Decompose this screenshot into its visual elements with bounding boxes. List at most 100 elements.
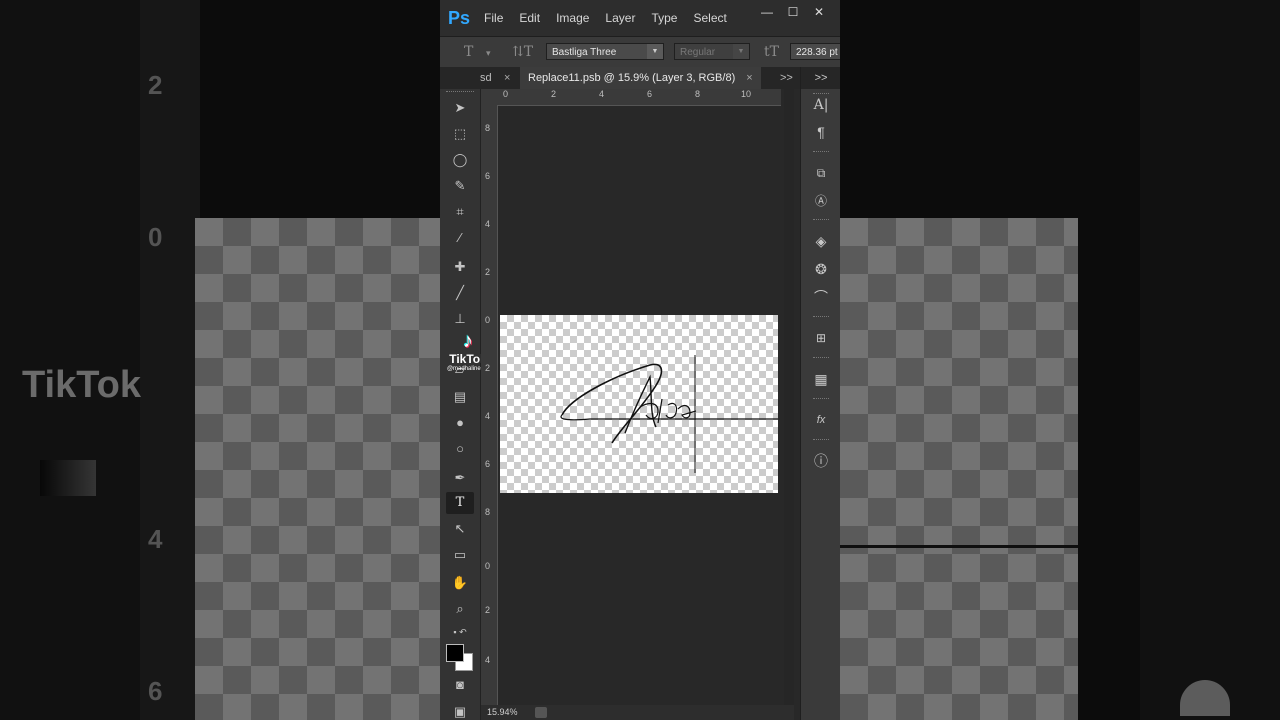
gradient-icon[interactable]: ▤ <box>446 386 474 408</box>
font-size-field[interactable]: 228.36 pt <box>790 43 840 60</box>
preset-caret-icon[interactable]: ▾ <box>486 49 491 59</box>
maximize-button[interactable]: ☐ <box>780 4 806 20</box>
zoom-level[interactable]: 15.94% <box>487 707 518 717</box>
paragraph-panel-icon[interactable]: ¶ <box>809 121 833 143</box>
blurred-backdrop-right <box>840 0 1280 720</box>
swatches-panel-icon[interactable]: ▦ <box>809 368 833 390</box>
blurred-gradient-icon <box>40 460 96 496</box>
tools-panel: ➤ ⬚ ◯ ✎ ⌗ ⁄ ✚ ╱ ⊥ ▱ ▤ ● ○ ✒ T ↖ ▭ ✋ ⌕ ▪ … <box>440 89 481 720</box>
ruler-tick-label: 4 <box>485 219 491 229</box>
blurred-ruler-number: 0 <box>148 222 163 252</box>
type-tool-icon[interactable]: T <box>446 492 474 514</box>
panel-grip[interactable] <box>813 398 829 402</box>
font-style-select[interactable]: Regular ▼ <box>674 43 750 60</box>
tab-active-document[interactable]: Replace11.psb @ 15.9% (Layer 3, RGB/8) × <box>520 67 761 89</box>
panel-grip[interactable] <box>813 357 829 361</box>
window-controls: — ☐ ✕ <box>754 4 832 20</box>
pen-tool-icon[interactable]: ✒ <box>446 467 474 489</box>
history-panel-icon[interactable]: ⊞ <box>809 327 833 349</box>
rectangle-tool-icon[interactable]: ▭ <box>446 544 474 566</box>
type-tool-preset-icon[interactable]: T <box>464 44 473 60</box>
brush-icon[interactable]: ╱ <box>446 282 474 304</box>
menu-file[interactable]: File <box>484 11 503 25</box>
clone-stamp-icon[interactable]: ⊥ <box>446 308 474 330</box>
panel-grip[interactable] <box>446 91 474 96</box>
ruler-tick-label: 8 <box>485 507 491 517</box>
foreground-color-swatch[interactable] <box>446 644 464 662</box>
options-bar: T ▾ ⇅T Bastliga Three ▼ Regular ▼ tT 228… <box>440 36 840 68</box>
tabs-overflow-icon[interactable]: >> <box>780 67 793 89</box>
menu-edit[interactable]: Edit <box>519 11 540 25</box>
hand-tool-icon[interactable]: ✋ <box>446 572 474 594</box>
ruler-tick-label: 4 <box>485 655 491 665</box>
minimize-button[interactable]: — <box>754 4 780 20</box>
screen-mode-icon[interactable]: ▣ <box>446 701 474 720</box>
menu-select[interactable]: Select <box>693 11 726 25</box>
ruler-tick-label: 8 <box>695 89 701 99</box>
dodge-icon[interactable]: ○ <box>446 438 474 460</box>
lasso-tool-icon[interactable]: ◯ <box>446 149 474 171</box>
close-tab-icon[interactable]: × <box>746 72 752 84</box>
canvas-area[interactable] <box>498 106 781 705</box>
blurred-ruler-number: 2 <box>148 70 163 100</box>
vertical-ruler[interactable]: 8 6 4 2 0 2 4 6 8 0 2 4 <box>481 105 498 705</box>
panel-grip[interactable] <box>813 151 829 155</box>
ruler-tick-label: 10 <box>741 89 752 99</box>
status-bar: 15.94% <box>481 705 794 720</box>
vertical-scrollbar[interactable] <box>784 89 794 705</box>
quick-selection-icon[interactable]: ✎ <box>446 175 474 197</box>
status-menu-icon[interactable] <box>535 707 547 718</box>
ruler-tick-label: 0 <box>485 561 491 571</box>
paths-panel-icon[interactable]: ⌒ <box>809 286 833 308</box>
blurred-panel-dock <box>1140 0 1280 720</box>
default-colors-icon[interactable]: ▪ ↶ <box>446 621 474 643</box>
blurred-crosshair <box>840 545 1078 548</box>
tab-previous[interactable]: sd <box>480 67 492 89</box>
healing-brush-icon[interactable]: ✚ <box>446 256 474 278</box>
blurred-backdrop-left: 2 0 4 6 TikTok <box>0 0 440 720</box>
chevron-down-icon: ▼ <box>647 44 663 59</box>
horizontal-ruler[interactable]: 0 2 4 6 8 10 <box>497 89 781 106</box>
info-panel-icon[interactable]: ⓘ <box>809 450 833 472</box>
move-tool-icon[interactable]: ➤ <box>446 97 474 119</box>
channels-panel-icon[interactable]: ❂ <box>809 258 833 280</box>
path-selection-icon[interactable]: ↖ <box>446 518 474 540</box>
styles-fx-panel-icon[interactable]: fx <box>809 409 833 431</box>
marquee-tool-icon[interactable]: ⬚ <box>446 123 474 145</box>
ruler-tick-label: 2 <box>485 267 491 277</box>
ruler-tick-label: 4 <box>599 89 605 99</box>
blurred-canvas-right <box>840 218 1078 720</box>
close-tab-icon[interactable]: × <box>504 67 510 89</box>
ruler-tick-label: 8 <box>485 123 491 133</box>
blur-icon[interactable]: ● <box>446 412 474 434</box>
zoom-tool-icon[interactable]: ⌕ <box>446 598 474 620</box>
panel-grip[interactable] <box>813 439 829 443</box>
menu-layer[interactable]: Layer <box>605 11 635 25</box>
eyedropper-icon[interactable]: ⁄ <box>446 227 474 249</box>
menu-image[interactable]: Image <box>556 11 589 25</box>
font-family-value: Bastliga Three <box>552 47 617 58</box>
chevron-down-icon: ▼ <box>733 44 749 59</box>
ruler-tick-label: 6 <box>485 171 491 181</box>
document-canvas[interactable] <box>500 315 778 493</box>
character-styles-icon[interactable]: ⧉ <box>809 162 833 184</box>
quick-mask-icon[interactable]: ◙ <box>446 674 474 696</box>
menu-bar: Ps File Edit Image Layer Type Select — ☐… <box>440 0 840 36</box>
blurred-toolbox <box>0 0 140 720</box>
blurred-ruler-number: 6 <box>148 676 163 706</box>
close-button[interactable]: ✕ <box>806 4 832 20</box>
font-family-select[interactable]: Bastliga Three ▼ <box>546 43 664 60</box>
character-panel-icon[interactable]: A| <box>809 94 833 116</box>
text-orientation-icon[interactable]: ⇅T <box>512 44 533 60</box>
blurred-ruler-number: 4 <box>148 524 163 554</box>
ruler-origin[interactable] <box>481 89 497 105</box>
crop-tool-icon[interactable]: ⌗ <box>446 201 474 223</box>
signature-artwork <box>560 355 778 473</box>
collapse-dock-icon[interactable]: >> <box>801 67 840 89</box>
menu-type[interactable]: Type <box>651 11 677 25</box>
paragraph-styles-icon[interactable]: Ⓐ <box>809 190 833 212</box>
panel-grip[interactable] <box>813 219 829 223</box>
layers-panel-icon[interactable]: ◈ <box>809 230 833 252</box>
document-tabs: sd × Replace11.psb @ 15.9% (Layer 3, RGB… <box>440 67 840 89</box>
panel-grip[interactable] <box>813 316 829 320</box>
